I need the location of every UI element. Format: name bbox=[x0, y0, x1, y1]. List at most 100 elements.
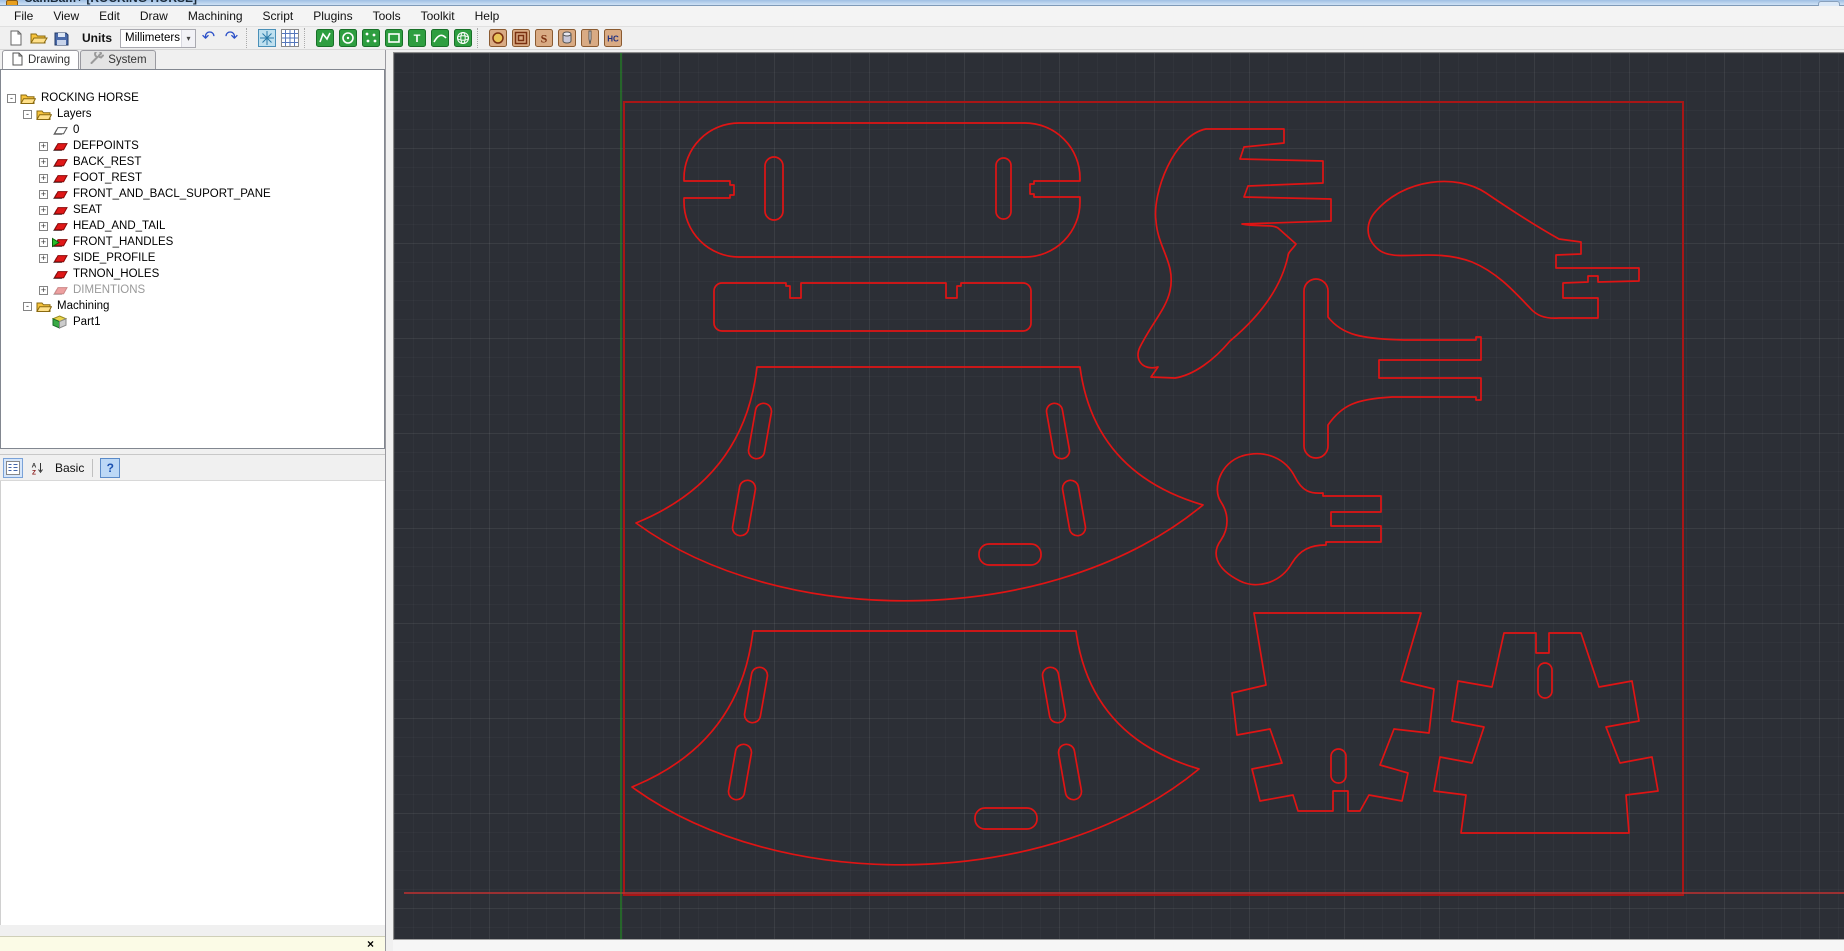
stock-outline bbox=[623, 101, 1684, 896]
tree-item-machining[interactable]: - Machining bbox=[1, 298, 384, 314]
new-file-icon[interactable] bbox=[5, 28, 26, 49]
seat-slot-left[interactable] bbox=[764, 156, 784, 221]
backrest-outline[interactable] bbox=[713, 282, 1032, 332]
draw-curve-icon[interactable] bbox=[429, 28, 450, 49]
tab-drawing[interactable]: Drawing bbox=[2, 50, 80, 69]
rocker-bottom-slot-4[interactable] bbox=[1057, 743, 1083, 801]
tree-item-trnon-holes[interactable]: TRNON_HOLES bbox=[1, 266, 384, 282]
draw-points-icon[interactable] bbox=[360, 28, 381, 49]
tree-item-front-handles[interactable]: + FRONT_HANDLES bbox=[1, 234, 384, 250]
rocker-top-outline[interactable] bbox=[635, 366, 1204, 602]
draw-text-icon[interactable]: T bbox=[406, 28, 427, 49]
help-button[interactable]: ? bbox=[100, 457, 121, 478]
menu-help[interactable]: Help bbox=[465, 6, 510, 26]
expand-icon[interactable]: + bbox=[39, 253, 48, 263]
expand-icon[interactable]: + bbox=[39, 157, 48, 167]
menu-toolkit[interactable]: Toolkit bbox=[411, 6, 465, 26]
sort-az-icon[interactable]: AZ bbox=[27, 458, 47, 478]
collapse-icon[interactable]: - bbox=[7, 93, 16, 103]
menu-file[interactable]: File bbox=[4, 6, 43, 26]
rocker-top-slot-2[interactable] bbox=[731, 479, 757, 537]
tree-item-dimentions[interactable]: + DIMENTIONS bbox=[1, 282, 384, 298]
open-file-icon[interactable] bbox=[28, 28, 49, 49]
menu-script[interactable]: Script bbox=[253, 6, 304, 26]
rocker-top-slot-1[interactable] bbox=[747, 402, 773, 460]
tree-item-back-rest[interactable]: + BACK_REST bbox=[1, 154, 384, 170]
draw-circle-icon[interactable] bbox=[337, 28, 358, 49]
drawing-tree[interactable]: - ROCKING HORSE - Layers 0 + DEFPOINTS + BACK_RE… bbox=[0, 69, 385, 449]
rocker-top-slot-5[interactable] bbox=[978, 543, 1042, 566]
folder-icon bbox=[36, 300, 53, 313]
support-panel-left-slot[interactable] bbox=[1330, 748, 1347, 784]
rocker-top-slot-4[interactable] bbox=[1061, 479, 1087, 537]
rocker-bottom-slot-5[interactable] bbox=[974, 807, 1038, 830]
expand-icon[interactable]: + bbox=[39, 285, 48, 295]
layer-icon bbox=[52, 156, 69, 169]
rocker-bottom-outline[interactable] bbox=[631, 630, 1200, 866]
rocker-bottom-slot-3[interactable] bbox=[1041, 666, 1067, 724]
menu-bar: File View Edit Draw Machining Script Plugins To… bbox=[0, 6, 1844, 27]
tree-item-seat[interactable]: + SEAT bbox=[1, 202, 384, 218]
machine-3dprofile-icon[interactable] bbox=[579, 28, 600, 49]
layer-icon bbox=[52, 124, 69, 137]
expand-icon[interactable]: + bbox=[39, 189, 48, 199]
tree-item-side-profile[interactable]: + SIDE_PROFILE bbox=[1, 250, 384, 266]
draw-polyline-icon[interactable] bbox=[314, 28, 335, 49]
tree-item-defpoints[interactable]: + DEFPOINTS bbox=[1, 138, 384, 154]
menu-plugins[interactable]: Plugins bbox=[303, 6, 362, 26]
cad-canvas[interactable] bbox=[393, 52, 1844, 940]
footrest-outline[interactable] bbox=[1303, 278, 1482, 459]
save-file-icon[interactable] bbox=[51, 28, 72, 49]
wrench-icon bbox=[89, 50, 105, 68]
expand-icon[interactable]: + bbox=[39, 205, 48, 215]
expand-icon[interactable]: + bbox=[39, 141, 48, 151]
undo-icon[interactable]: ↶ bbox=[198, 28, 219, 49]
menu-edit[interactable]: Edit bbox=[89, 6, 130, 26]
tree-item-rocking-horse[interactable]: - ROCKING HORSE bbox=[1, 90, 384, 106]
toggle-grid-icon[interactable] bbox=[279, 28, 300, 49]
machine-heightmap-icon[interactable]: HC bbox=[602, 28, 623, 49]
seat-slot-right[interactable] bbox=[995, 157, 1012, 220]
menu-view[interactable]: View bbox=[43, 6, 89, 26]
tree-item-head-and-tail[interactable]: + HEAD_AND_TAIL bbox=[1, 218, 384, 234]
units-value: Millimeters bbox=[125, 32, 180, 44]
machine-profile-icon[interactable] bbox=[487, 28, 508, 49]
menu-tools[interactable]: Tools bbox=[363, 6, 411, 26]
tab-system[interactable]: System bbox=[80, 50, 156, 69]
seat-outline[interactable] bbox=[683, 122, 1081, 258]
redo-icon[interactable]: ↷ bbox=[221, 28, 242, 49]
tree-item-part1[interactable]: Part1 bbox=[1, 314, 384, 330]
collapse-icon[interactable]: - bbox=[23, 301, 32, 311]
tree-item-foot-rest[interactable]: + FOOT_REST bbox=[1, 170, 384, 186]
units-select[interactable]: Millimeters ▾ bbox=[120, 28, 196, 48]
tree-item-label: DIMENTIONS bbox=[73, 284, 146, 296]
rocker-top-slot-3[interactable] bbox=[1045, 402, 1071, 460]
tree-item-0[interactable]: 0 bbox=[1, 122, 384, 138]
machine-drill-icon[interactable] bbox=[556, 28, 577, 49]
collapse-icon[interactable]: - bbox=[23, 109, 32, 119]
support-panel-right-slot[interactable] bbox=[1537, 662, 1553, 699]
layer-icon bbox=[52, 220, 69, 233]
expand-icon[interactable]: + bbox=[39, 173, 48, 183]
rocker-bottom-slot-1[interactable] bbox=[743, 666, 769, 724]
rocker-bottom-slot-2[interactable] bbox=[727, 743, 753, 801]
head-outline[interactable] bbox=[1137, 128, 1332, 379]
draw-surface-icon[interactable] bbox=[452, 28, 473, 49]
menu-draw[interactable]: Draw bbox=[130, 6, 178, 26]
expand-icon[interactable]: + bbox=[39, 221, 48, 231]
draw-rectangle-icon[interactable] bbox=[383, 28, 404, 49]
layer-icon bbox=[52, 188, 69, 201]
categorized-view-icon[interactable] bbox=[3, 457, 23, 478]
toggle-axes-icon[interactable] bbox=[256, 28, 277, 49]
machine-pocket-icon[interactable] bbox=[510, 28, 531, 49]
tree-item-layers[interactable]: - Layers bbox=[1, 106, 384, 122]
menu-machining[interactable]: Machining bbox=[178, 6, 253, 26]
close-icon[interactable]: × bbox=[364, 938, 377, 951]
expand-icon[interactable]: + bbox=[39, 237, 48, 247]
tree-item-front-and-bacl-suport-pane[interactable]: + FRONT_AND_BACL_SUPORT_PANE bbox=[1, 186, 384, 202]
tail-outline[interactable] bbox=[1367, 180, 1640, 319]
application-window: CamBam+ [ROCKING HORSE] FileViewEditDraw… bbox=[0, 0, 1844, 951]
handle-outline[interactable] bbox=[1215, 452, 1382, 586]
property-grid[interactable] bbox=[0, 481, 385, 925]
machine-engrave-icon[interactable]: S bbox=[533, 28, 554, 49]
